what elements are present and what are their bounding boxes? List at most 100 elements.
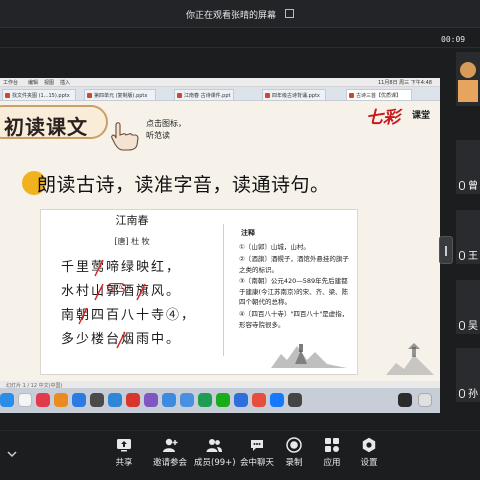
apps-icon bbox=[325, 438, 339, 452]
participant-tile[interactable]: 曾 bbox=[456, 140, 480, 194]
divider bbox=[0, 47, 480, 48]
click-hint-line: 点击图标， bbox=[146, 119, 186, 128]
poem-author: [唐] 杜 牧 bbox=[114, 237, 150, 246]
participant-name: 孙 bbox=[468, 389, 478, 400]
dock-app-icon[interactable] bbox=[0, 393, 14, 407]
doc-tab-active[interactable]: 古诗三首【优质课】 bbox=[346, 89, 412, 100]
trash-icon[interactable] bbox=[418, 393, 432, 407]
settings-label: 设置 bbox=[360, 458, 378, 468]
note-item: ①〔山郭〕山城，山村。 bbox=[239, 243, 310, 251]
invite-button[interactable]: 邀请参会 bbox=[152, 437, 188, 468]
meeting-toolbar: 共享 邀请参会 成员(99+) 会中聊天 录制 应用 设置 bbox=[0, 430, 480, 480]
slide-title: 初读课文 bbox=[0, 105, 108, 139]
slide-status-bar: 幻灯片 1 / 12 中文(中国) bbox=[0, 381, 440, 389]
share-button[interactable]: 共享 bbox=[110, 437, 138, 468]
participant-strip: 曾 王 吴 孙 bbox=[455, 48, 480, 413]
note-item: ④〔四百八十寺〕"四百八十"是虚指，形容寺院很多。 bbox=[239, 310, 349, 329]
members-icon bbox=[206, 439, 222, 452]
members-button[interactable]: 成员(99+) bbox=[194, 437, 236, 468]
menubar-item: 视图 bbox=[44, 80, 55, 86]
collapse-panel-handle[interactable] bbox=[439, 236, 453, 264]
more-options-icon[interactable] bbox=[6, 448, 18, 460]
apps-button[interactable]: 应用 bbox=[320, 437, 344, 468]
reading-instruction: 朗读古诗，读准字音，读通诗句。 bbox=[37, 174, 330, 196]
menubar-item: 插入 bbox=[60, 80, 71, 86]
dock-app-icon[interactable] bbox=[144, 393, 158, 407]
notes-title: 注释 bbox=[241, 229, 255, 237]
dock-app-icon[interactable] bbox=[162, 393, 176, 407]
document-tab-bar: 找文件夹图 (1...15).pptx 第四单元 (复制版).pptx 江南春 … bbox=[0, 87, 440, 101]
app-store-icon[interactable] bbox=[72, 393, 86, 407]
dock-app-icon[interactable] bbox=[234, 393, 248, 407]
mic-icon bbox=[459, 251, 465, 260]
pagoda-decoration-image bbox=[386, 343, 434, 375]
record-label: 录制 bbox=[285, 458, 303, 468]
invite-label: 邀请参会 bbox=[152, 458, 187, 468]
mac-dock bbox=[0, 388, 440, 413]
shared-screen[interactable]: 工作台 编辑 视图 插入 11月8日 周三 下午4:48 找文件夹图 (1...… bbox=[0, 78, 440, 413]
doc-tab[interactable]: 找文件夹图 (1...15).pptx bbox=[2, 89, 76, 100]
note-item: ②〔酒旗〕酒幌子，酒馆外悬挂的旗子之类的标识。 bbox=[239, 255, 349, 274]
slide: 初读课文 点击图标， 听范读 七彩 课堂 朗读古诗，读准字音，读通诗句。 江南春… bbox=[0, 101, 440, 381]
participant-tile[interactable]: 孙 bbox=[456, 348, 480, 402]
mic-icon bbox=[459, 389, 465, 398]
brand-logo-sub: 课堂 bbox=[412, 111, 431, 121]
books-icon[interactable] bbox=[54, 393, 68, 407]
apps-label: 应用 bbox=[323, 458, 341, 468]
share-screen-icon bbox=[117, 439, 131, 452]
menubar-app: 工作台 bbox=[3, 80, 19, 86]
mac-menubar: 工作台 编辑 视图 插入 11月8日 周三 下午4:48 bbox=[0, 78, 440, 87]
meeting-timer: 00:09 bbox=[441, 35, 466, 44]
settings-icon bbox=[362, 437, 376, 453]
wechat-icon[interactable] bbox=[216, 393, 230, 407]
record-button[interactable]: 录制 bbox=[282, 437, 306, 468]
dock-app-icon[interactable] bbox=[398, 393, 412, 407]
brand-logo: 七彩 bbox=[366, 108, 400, 128]
chat-button[interactable]: 会中聊天 bbox=[239, 437, 275, 468]
avatar bbox=[458, 80, 478, 102]
participant-tile[interactable] bbox=[456, 52, 480, 106]
dock-app-icon[interactable] bbox=[180, 393, 194, 407]
mic-icon bbox=[459, 321, 465, 330]
participant-tile[interactable]: 王 bbox=[456, 210, 480, 264]
settings-app-icon[interactable] bbox=[90, 393, 104, 407]
poem-title: 江南春 bbox=[115, 214, 149, 227]
doc-tab[interactable]: 江南春 古诗课件.ppt bbox=[174, 89, 234, 100]
dock-app-icon[interactable] bbox=[252, 393, 266, 407]
view-options-icon[interactable] bbox=[285, 9, 294, 18]
record-icon bbox=[286, 437, 302, 453]
meeting-top-bar: 你正在观看张晴的屏幕 bbox=[0, 0, 480, 28]
avatar bbox=[460, 62, 476, 78]
textbook-page: 江南春 [唐] 杜 牧 guō 千里莺啼绿映红， 水村山郭酒旗风。 南朝四百八十… bbox=[40, 209, 358, 375]
invite-icon bbox=[163, 438, 178, 452]
participant-name: 曾 bbox=[468, 181, 478, 192]
doc-tab[interactable]: 第四单元 (复制版).pptx bbox=[84, 89, 156, 100]
dock-app-icon[interactable] bbox=[270, 393, 284, 407]
viewing-status: 你正在观看张晴的屏幕 bbox=[186, 11, 277, 21]
meeting-window: 你正在观看张晴的屏幕 00:09 工作台 编辑 视图 插入 11月8日 周三 下… bbox=[0, 0, 480, 480]
members-label: 成员(99+) bbox=[194, 458, 236, 468]
doc-tab[interactable]: 四年级古诗背诵.pptx bbox=[262, 89, 326, 100]
dock-app-icon[interactable] bbox=[198, 393, 212, 407]
chat-icon bbox=[251, 440, 263, 451]
share-label: 共享 bbox=[115, 458, 133, 468]
note-item: ③〔南朝〕公元420—589年先后建都于建康(今江苏南京)的宋、齐、梁、陈四个朝… bbox=[239, 277, 349, 306]
chat-label: 会中聊天 bbox=[239, 458, 274, 468]
music-icon[interactable] bbox=[36, 393, 50, 407]
hand-pointer-icon[interactable] bbox=[110, 121, 144, 151]
ink-landscape-image bbox=[271, 344, 347, 368]
participant-name: 王 bbox=[468, 251, 478, 262]
click-hint: 点击图标， 听范读 bbox=[146, 118, 186, 142]
participant-name: 吴 bbox=[468, 321, 478, 332]
menubar-clock: 11月8日 周三 下午4:48 bbox=[378, 80, 432, 86]
menubar-item: 编辑 bbox=[28, 80, 39, 86]
calendar-icon[interactable] bbox=[18, 393, 32, 407]
click-hint-line: 听范读 bbox=[146, 131, 170, 140]
pause-marks bbox=[78, 259, 146, 349]
mic-icon bbox=[459, 181, 465, 190]
wps-icon[interactable] bbox=[126, 393, 140, 407]
dock-app-icon[interactable] bbox=[288, 393, 302, 407]
chrome-icon[interactable] bbox=[108, 393, 122, 407]
participant-tile[interactable]: 吴 bbox=[456, 280, 480, 334]
settings-button[interactable]: 设置 bbox=[357, 437, 381, 468]
